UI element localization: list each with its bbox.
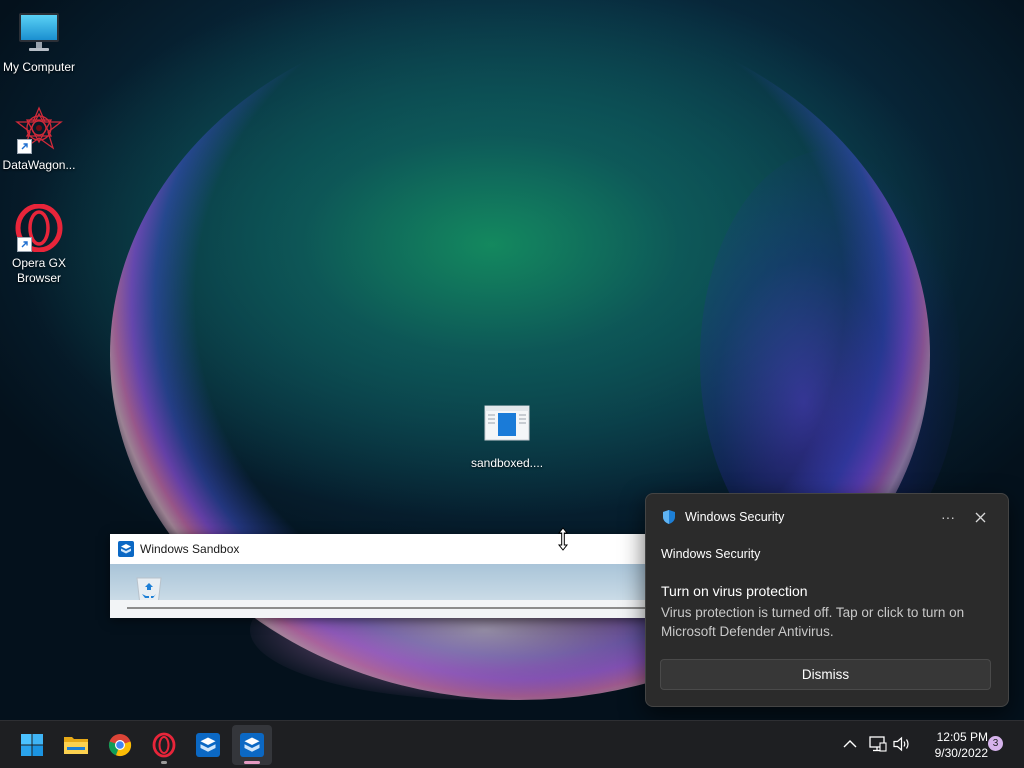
shortcut-arrow-icon bbox=[17, 139, 32, 154]
opera-gx-icon bbox=[152, 732, 176, 758]
tray-network-button[interactable] bbox=[867, 733, 889, 755]
tray-volume-button[interactable] bbox=[891, 733, 913, 755]
taskbar-opera-gx[interactable] bbox=[144, 725, 184, 765]
chrome-icon bbox=[108, 734, 132, 757]
desktop-icon-my-computer[interactable]: My Computer bbox=[0, 8, 78, 75]
sandbox-progress-line bbox=[127, 607, 650, 609]
shield-icon bbox=[663, 510, 675, 524]
desktop-icon-label: sandboxed.... bbox=[470, 456, 544, 470]
toast-header: Windows Security ··· bbox=[661, 507, 996, 527]
clock-date: 9/30/2022 bbox=[934, 746, 988, 760]
clock-time: 12:05 PM bbox=[936, 730, 988, 744]
desktop-icon-opera-gx[interactable]: Opera GX Browser bbox=[0, 203, 78, 286]
resize-cursor-icon bbox=[557, 527, 569, 551]
windows-sandbox-icon bbox=[240, 733, 264, 757]
active-indicator bbox=[244, 761, 260, 764]
taskbar: 12:05 PM 9/30/2022 bbox=[0, 720, 1024, 768]
network-icon bbox=[869, 736, 887, 752]
taskbar-start-button[interactable] bbox=[12, 725, 52, 765]
toast-app-name: Windows Security bbox=[685, 510, 785, 524]
toast-body: Virus protection is turned off. Tap or c… bbox=[661, 605, 965, 639]
windows-sandbox-window[interactable]: Windows Sandbox bbox=[110, 534, 650, 618]
dismiss-button[interactable]: Dismiss bbox=[660, 659, 991, 690]
close-icon bbox=[975, 512, 985, 522]
taskbar-windows-sandbox[interactable] bbox=[188, 725, 228, 765]
toast-source: Windows Security bbox=[661, 547, 761, 561]
windows-sandbox-icon bbox=[196, 733, 220, 757]
close-button[interactable] bbox=[964, 507, 996, 527]
windows-start-icon bbox=[21, 734, 43, 756]
sandbox-taskbar-strip bbox=[110, 600, 650, 618]
desktop-icon-label: My Computer bbox=[2, 60, 76, 74]
folder-icon bbox=[64, 737, 88, 754]
taskbar-chrome[interactable] bbox=[100, 725, 140, 765]
windows-security-toast[interactable]: Windows Security ··· Windows Security Tu… bbox=[645, 493, 1009, 707]
taskbar-windows-sandbox-active[interactable] bbox=[232, 725, 272, 765]
taskbar-clock[interactable]: 12:05 PM 9/30/2022 bbox=[916, 729, 988, 761]
desktop-icon-label: DataWagon... bbox=[2, 158, 76, 172]
sandbox-titlebar[interactable]: Windows Sandbox bbox=[110, 534, 650, 564]
monitor-icon bbox=[19, 13, 59, 51]
toast-title: Turn on virus protection bbox=[661, 583, 808, 599]
sandbox-desktop-view[interactable] bbox=[110, 564, 650, 618]
desktop-icon-label: Opera GX Browser bbox=[11, 256, 67, 285]
chevron-up-icon bbox=[843, 740, 857, 748]
notification-count-badge[interactable]: 3 bbox=[988, 736, 1003, 751]
taskbar-file-explorer[interactable] bbox=[56, 725, 96, 765]
sandbox-window-title: Windows Sandbox bbox=[140, 542, 240, 556]
desktop-icon-sandboxed-file[interactable]: sandboxed.... bbox=[468, 404, 546, 471]
desktop-icon-datawagon[interactable]: DataWagon... bbox=[0, 106, 78, 173]
more-options-button[interactable]: ··· bbox=[932, 507, 964, 527]
windows-sandbox-icon bbox=[118, 541, 134, 557]
tray-overflow-button[interactable] bbox=[839, 733, 861, 755]
shortcut-arrow-icon bbox=[17, 237, 32, 252]
sandbox-file-icon bbox=[484, 405, 530, 441]
speaker-icon bbox=[893, 736, 909, 752]
running-indicator bbox=[161, 761, 167, 764]
